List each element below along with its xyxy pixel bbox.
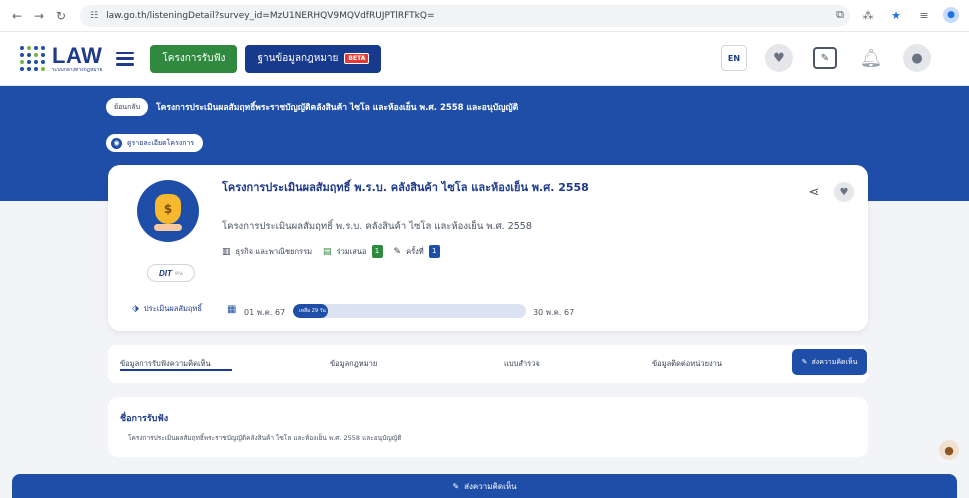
back-arrow-icon[interactable]: ← <box>8 7 26 25</box>
url-text: law.go.th/listeningDetail?survey_id=MzU1… <box>106 10 435 21</box>
feedback-icon[interactable]: ✎ <box>811 44 839 72</box>
language-toggle[interactable]: EN <box>721 45 747 71</box>
reload-icon[interactable]: ↻ <box>52 7 70 25</box>
progress-fill: เหลือ 29 วัน <box>293 304 328 318</box>
law-logo[interactable]: LAW ระบบกลางทางกฎหมาย <box>20 42 103 73</box>
hand-icon <box>154 224 182 231</box>
tabs-bar <box>108 345 868 383</box>
calendar-icon: ▦ <box>227 304 237 315</box>
view-details-label: ดูรายละเอียดโครงการ <box>127 138 195 147</box>
project-type-label: ประเมินผลสัมฤทธิ์ <box>143 304 202 313</box>
info-text: โครงการประเมินผลสัมฤทธิ์พระราชบัญญัติคลั… <box>128 434 402 442</box>
edit-icon: ✎ <box>452 481 460 491</box>
project-type-tag: ⬗ ประเมินผลสัมฤทธิ์ <box>132 303 202 315</box>
end-date: 30 พ.ค. 67 <box>533 308 575 317</box>
beta-badge: BETA <box>344 53 370 64</box>
view-details-button[interactable]: ◉ ดูรายละเอียดโครงการ <box>106 134 204 152</box>
agency-badge: DIT คน <box>147 264 195 282</box>
tab-agency-contact[interactable]: ข้อมูลติดต่อหน่วยงาน <box>652 358 722 370</box>
breadcrumb: ย้อนกลับ โครงการประเมินผลสัมฤทธิ์พระราชบ… <box>106 98 518 116</box>
install-icon[interactable]: ⧉ <box>831 8 849 22</box>
back-button[interactable]: ย้อนกลับ <box>106 98 149 116</box>
pencil-icon: ✎ <box>393 246 402 257</box>
law-database-button[interactable]: ฐานข้อมูลกฎหมาย BETA <box>245 44 382 73</box>
start-date: 01 พ.ค. 67 <box>244 308 286 317</box>
reading-list-icon[interactable]: ≡ <box>915 9 933 22</box>
bell-icon[interactable]: 🔔︎ <box>857 44 885 72</box>
round-label: ครั้งที่ <box>406 246 424 256</box>
agency-suffix: คน <box>174 270 183 277</box>
round-count: 1 <box>428 245 440 258</box>
forward-arrow-icon[interactable]: → <box>30 7 48 25</box>
money-bag-icon: $ <box>155 194 181 224</box>
edit-icon: ✎ <box>801 358 808 366</box>
project-image: $ <box>137 180 199 242</box>
project-meta: ▥ ธุรกิจ และพาณิชยกรรม ▤ ร่วมเสนอ 1 ✎ คร… <box>222 245 440 258</box>
document-icon: ▤ <box>323 246 332 257</box>
participants-count: 1 <box>371 245 383 258</box>
logo-dots-icon <box>20 45 46 72</box>
bookmark-star-icon[interactable]: ★ <box>887 9 905 22</box>
law-database-label: ฐานข้อมูลกฎหมาย <box>257 53 339 64</box>
tab-law-info[interactable]: ข้อมูลกฎหมาย <box>330 358 377 370</box>
profile-icon[interactable]: ● <box>943 7 959 23</box>
favorite-heart-icon[interactable]: ♥ <box>834 182 854 202</box>
logo-subtext: ระบบกลางทางกฎหมาย <box>52 66 103 73</box>
browser-toolbar: ← → ↻ ☷ law.go.th/listeningDetail?survey… <box>0 0 969 32</box>
hamburger-menu-icon[interactable] <box>116 51 135 66</box>
send-comment-button[interactable]: ✎ ส่งความคิดเห็น <box>792 349 867 375</box>
project-title: โครงการประเมินผลสัมฤทธิ์ พ.ร.บ. คลังสินค… <box>222 181 589 194</box>
site-header: LAW ระบบกลางทางกฎหมาย โครงการรับฟัง ฐานข… <box>0 32 969 86</box>
heart-icon[interactable]: ♥ <box>765 44 793 72</box>
agency-logo-text: DIT <box>158 268 172 278</box>
share-icon[interactable]: ⋖ <box>805 183 823 201</box>
hearing-info-card <box>108 397 868 457</box>
project-subtitle: โครงการประเมินผลสัมฤทธิ์ พ.ร.บ. คลังสินค… <box>222 221 532 232</box>
active-tab-indicator <box>120 369 232 371</box>
hearings-button[interactable]: โครงการรับฟัง <box>150 44 238 73</box>
eye-icon: ◉ <box>111 137 122 149</box>
info-heading: ชื่อการรับฟัง <box>120 414 169 424</box>
category-label: ธุรกิจ และพาณิชยกรรม <box>235 246 313 256</box>
translate-icon[interactable]: ⁂ <box>859 9 877 22</box>
breadcrumb-title: โครงการประเมินผลสัมฤทธิ์พระราชบัญญัติคลั… <box>156 103 519 113</box>
bottom-comment-label: ส่งความคิดเห็น <box>464 481 517 491</box>
library-icon: ▥ <box>222 246 231 257</box>
user-avatar-icon[interactable]: ● <box>903 44 931 72</box>
tab-survey[interactable]: แบบสำรวจ <box>504 358 540 370</box>
tag-icon: ⬗ <box>132 304 139 314</box>
site-settings-icon[interactable]: ☷ <box>90 11 98 21</box>
send-comment-label: ส่งความคิดเห็น <box>811 357 858 366</box>
progress-bar: เหลือ 29 วัน <box>293 304 526 318</box>
bottom-comment-bar[interactable]: ✎ ส่งความคิดเห็น <box>12 474 957 498</box>
address-bar[interactable]: ☷ law.go.th/listeningDetail?survey_id=Mz… <box>80 4 850 27</box>
participants-label: ร่วมเสนอ <box>336 246 367 256</box>
logo-text: LAW <box>52 42 103 68</box>
chat-avatar-icon[interactable]: ● <box>939 440 959 460</box>
